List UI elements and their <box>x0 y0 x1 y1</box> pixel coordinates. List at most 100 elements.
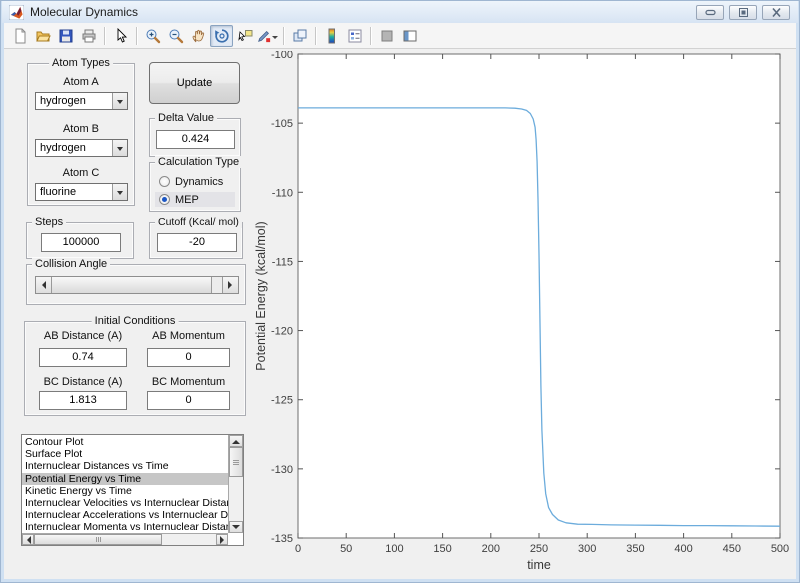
close-button[interactable] <box>762 5 790 20</box>
ab-distance-field[interactable]: 0.74 <box>39 348 127 367</box>
svg-text:350: 350 <box>626 543 644 555</box>
rotate-3d-button[interactable] <box>210 25 233 47</box>
horizontal-scroll-track[interactable] <box>162 534 216 545</box>
toolbar-separator <box>370 27 371 45</box>
dynamics-radio[interactable]: Dynamics <box>155 174 235 189</box>
zoom-in-button[interactable] <box>141 25 164 47</box>
arrow-left-icon <box>23 536 31 544</box>
svg-text:100: 100 <box>385 543 403 555</box>
atom-b-dropdown-button[interactable] <box>112 140 127 156</box>
minimize-button[interactable] <box>696 5 724 20</box>
print-icon <box>81 28 97 44</box>
save-floppy-icon <box>58 28 74 44</box>
list-item[interactable]: Contour Plot <box>22 436 228 448</box>
radio-icon[interactable] <box>159 194 170 205</box>
svg-text:-115: -115 <box>272 256 293 268</box>
list-item[interactable]: Internuclear Velocities vs Internuclear … <box>22 497 228 509</box>
atom-c-dropdown-button[interactable] <box>112 184 127 200</box>
data-cursor-button[interactable] <box>233 25 256 47</box>
chevron-down-icon <box>117 191 123 198</box>
svg-text:-120: -120 <box>271 326 293 338</box>
list-item[interactable]: Potential Energy vs Time <box>22 473 228 485</box>
atom-b-label: Atom B <box>28 123 134 135</box>
brush-button[interactable] <box>256 25 279 47</box>
svg-text:500: 500 <box>771 543 789 555</box>
app-window: Molecular Dynamics <box>0 0 800 583</box>
svg-text:150: 150 <box>433 543 451 555</box>
maximize-button[interactable] <box>729 5 757 20</box>
open-file-button[interactable] <box>31 25 54 47</box>
atom-a-dropdown-button[interactable] <box>112 93 127 109</box>
list-item[interactable]: Internuclear Momenta vs Internuclear Dis… <box>22 521 228 533</box>
insert-legend-button[interactable] <box>343 25 366 47</box>
radio-icon[interactable] <box>159 176 170 187</box>
arrow-right-icon <box>228 281 236 289</box>
ab-momentum-label: AB Momentum <box>147 330 230 342</box>
update-button[interactable]: Update <box>149 62 240 104</box>
list-item[interactable]: Internuclear Distances vs Time <box>22 460 228 472</box>
initial-conditions-panel: Initial Conditions AB Distance (A) AB Mo… <box>24 321 246 416</box>
bc-distance-field[interactable]: 1.813 <box>39 391 127 410</box>
mep-radio[interactable]: MEP <box>155 192 235 207</box>
scroll-grip <box>233 460 239 465</box>
slider-right-arrow[interactable] <box>222 277 238 293</box>
svg-text:-105: -105 <box>271 118 293 130</box>
show-plot-tools-button[interactable] <box>398 25 421 47</box>
zoom-out-button[interactable] <box>164 25 187 47</box>
ab-momentum-field[interactable]: 0 <box>147 348 230 367</box>
save-button[interactable] <box>54 25 77 47</box>
collision-angle-slider[interactable] <box>35 276 239 294</box>
atom-c-dropdown[interactable]: fluorine <box>35 183 128 201</box>
delta-value-title: Delta Value <box>155 112 217 124</box>
calculation-type-panel: Calculation Type Dynamics MEP <box>149 162 241 212</box>
maximize-icon <box>737 7 750 18</box>
atom-a-dropdown[interactable]: hydrogen <box>35 92 128 110</box>
steps-field[interactable]: 100000 <box>41 233 121 252</box>
data-cursor-icon <box>237 28 253 44</box>
atom-a-value: hydrogen <box>40 95 86 107</box>
vertical-scroll-thumb[interactable] <box>229 447 243 477</box>
slider-left-arrow[interactable] <box>36 277 52 293</box>
title-bar[interactable]: Molecular Dynamics <box>2 1 798 23</box>
listbox-vertical-scrollbar[interactable] <box>228 435 243 533</box>
svg-text:-135: -135 <box>271 533 293 545</box>
svg-text:-100: -100 <box>271 51 293 61</box>
atom-types-panel: Atom Types Atom A hydrogen Atom B hydrog… <box>27 63 135 206</box>
scroll-up-button[interactable] <box>229 435 243 447</box>
zoom-in-icon <box>145 28 161 44</box>
slider-thumb[interactable] <box>52 277 212 293</box>
pan-button[interactable] <box>187 25 210 47</box>
link-plot-icon <box>292 28 308 44</box>
list-item[interactable]: Kinetic Energy vs Time <box>22 485 228 497</box>
pointer-tool-button[interactable] <box>109 25 132 47</box>
link-plot-button[interactable] <box>288 25 311 47</box>
minimize-icon <box>704 7 717 18</box>
atom-b-dropdown[interactable]: hydrogen <box>35 139 128 157</box>
insert-colorbar-button[interactable] <box>320 25 343 47</box>
listbox-horizontal-scrollbar[interactable] <box>22 533 228 545</box>
dynamics-radio-label: Dynamics <box>175 176 223 188</box>
print-button[interactable] <box>77 25 100 47</box>
list-item[interactable]: Surface Plot <box>22 448 228 460</box>
delta-value-field[interactable]: 0.424 <box>156 130 235 149</box>
cutoff-field[interactable]: -20 <box>157 233 237 252</box>
plot-type-listbox[interactable]: Contour Plot Surface Plot Internuclear D… <box>21 434 244 546</box>
bc-momentum-field[interactable]: 0 <box>147 391 230 410</box>
brush-dropdown-caret-icon[interactable] <box>272 36 278 42</box>
hide-plot-tools-button[interactable] <box>375 25 398 47</box>
list-item[interactable]: Internuclear Accelerations vs Internucle… <box>22 509 228 521</box>
potential-energy-chart[interactable]: 050100150200250300350400450500-135-130-1… <box>253 51 798 581</box>
scroll-down-button[interactable] <box>229 521 243 533</box>
new-file-button[interactable] <box>8 25 31 47</box>
chevron-down-icon <box>117 100 123 107</box>
horizontal-scroll-thumb[interactable] <box>34 534 162 545</box>
toolbar-separator <box>283 27 284 45</box>
open-folder-icon <box>35 28 51 44</box>
cutoff-title: Cutoff (Kcal/ mol) <box>155 216 242 228</box>
svg-text:0: 0 <box>295 543 301 555</box>
slider-track[interactable] <box>212 277 222 293</box>
scroll-right-button[interactable] <box>216 534 228 545</box>
scroll-left-button[interactable] <box>22 534 34 545</box>
atom-b-value: hydrogen <box>40 142 86 154</box>
calculation-type-title: Calculation Type <box>155 156 242 168</box>
